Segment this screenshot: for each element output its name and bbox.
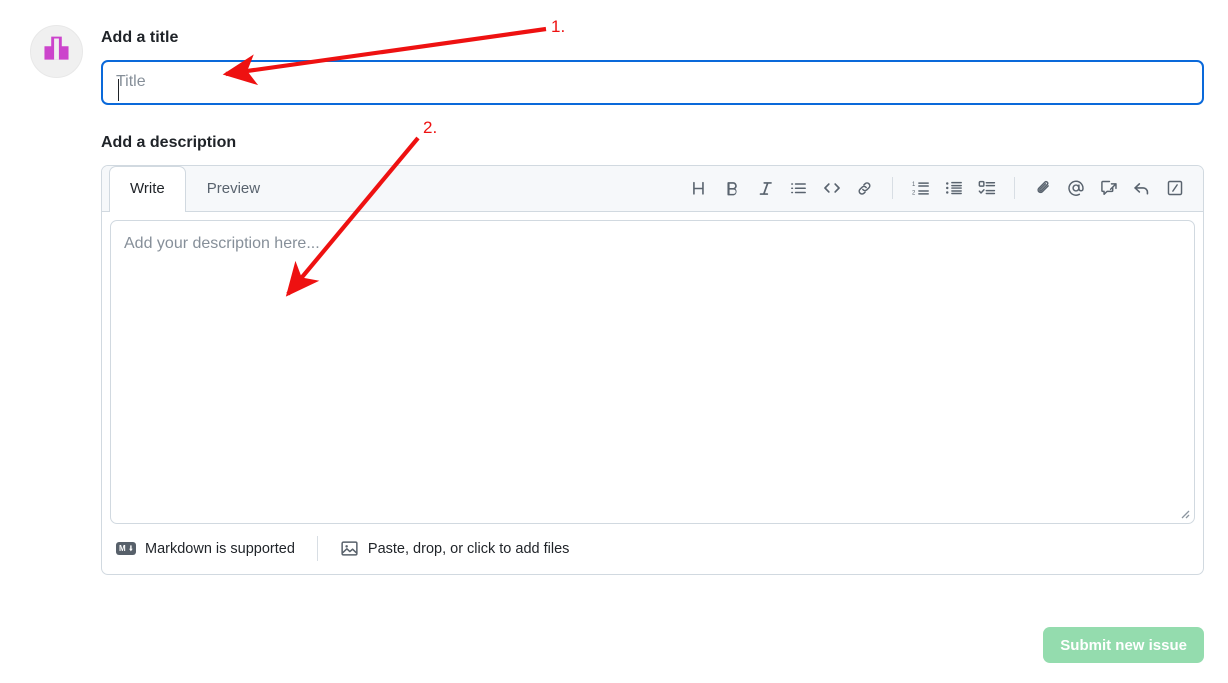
user-avatar xyxy=(30,25,83,78)
tab-write[interactable]: Write xyxy=(109,165,186,212)
saved-reply-icon[interactable] xyxy=(1125,173,1158,203)
editor-body xyxy=(102,212,1203,524)
markdown-editor: Write Preview 1 2 Add your description h… xyxy=(101,164,1204,575)
mention-icon[interactable] xyxy=(1059,173,1092,203)
submit-row: Submit new issue xyxy=(101,627,1204,663)
submit-new-issue-button[interactable]: Submit new issue xyxy=(1043,627,1204,663)
editor-toolbar-row: Write Preview 1 2 xyxy=(102,165,1203,212)
editor-footer: M Markdown is supported Paste, drop, or … xyxy=(102,524,1203,574)
cross-reference-icon[interactable] xyxy=(1092,173,1125,203)
task-list-icon[interactable] xyxy=(970,173,1003,203)
link-icon[interactable] xyxy=(848,173,881,203)
italic-icon[interactable] xyxy=(749,173,782,203)
title-text-caret xyxy=(118,79,119,101)
quote-icon[interactable] xyxy=(782,173,815,203)
toolbar-group-lists: 12 xyxy=(904,173,1003,203)
title-field-label: Add a title xyxy=(101,29,179,46)
avatar-glyph-icon xyxy=(44,36,69,60)
markdown-supported-label: Markdown is supported xyxy=(145,540,295,557)
attach-files-link[interactable]: Paste, drop, or click to add files xyxy=(340,539,570,558)
svg-text:M: M xyxy=(119,544,126,553)
markdown-icon: M xyxy=(116,542,136,556)
svg-text:1: 1 xyxy=(912,182,916,188)
description-textarea[interactable] xyxy=(110,219,1195,524)
paperclip-icon[interactable] xyxy=(1026,173,1059,203)
unordered-list-icon[interactable] xyxy=(937,173,970,203)
issue-form: Add a title Add a description Write Prev… xyxy=(101,28,1204,575)
heading-icon[interactable] xyxy=(683,173,716,203)
attach-files-label: Paste, drop, or click to add files xyxy=(367,540,570,557)
title-input[interactable] xyxy=(101,59,1204,105)
toolbar-divider xyxy=(1014,177,1015,200)
bold-icon[interactable] xyxy=(716,173,749,203)
tab-preview[interactable]: Preview xyxy=(186,166,281,211)
slash-command-icon[interactable] xyxy=(1158,173,1191,203)
toolbar-group-text xyxy=(683,173,881,203)
markdown-supported-link[interactable]: M Markdown is supported xyxy=(116,541,295,557)
code-icon[interactable] xyxy=(815,173,848,203)
ordered-list-icon[interactable]: 12 xyxy=(904,173,937,203)
description-field-label: Add a description xyxy=(101,133,237,151)
toolbar-divider xyxy=(892,177,893,200)
formatting-toolbar: 12 xyxy=(683,166,1203,211)
toolbar-group-insert xyxy=(1026,173,1191,203)
editor-tabs: Write Preview xyxy=(102,165,281,212)
image-icon xyxy=(340,539,359,558)
footer-divider xyxy=(316,536,318,562)
svg-text:2: 2 xyxy=(912,190,916,196)
